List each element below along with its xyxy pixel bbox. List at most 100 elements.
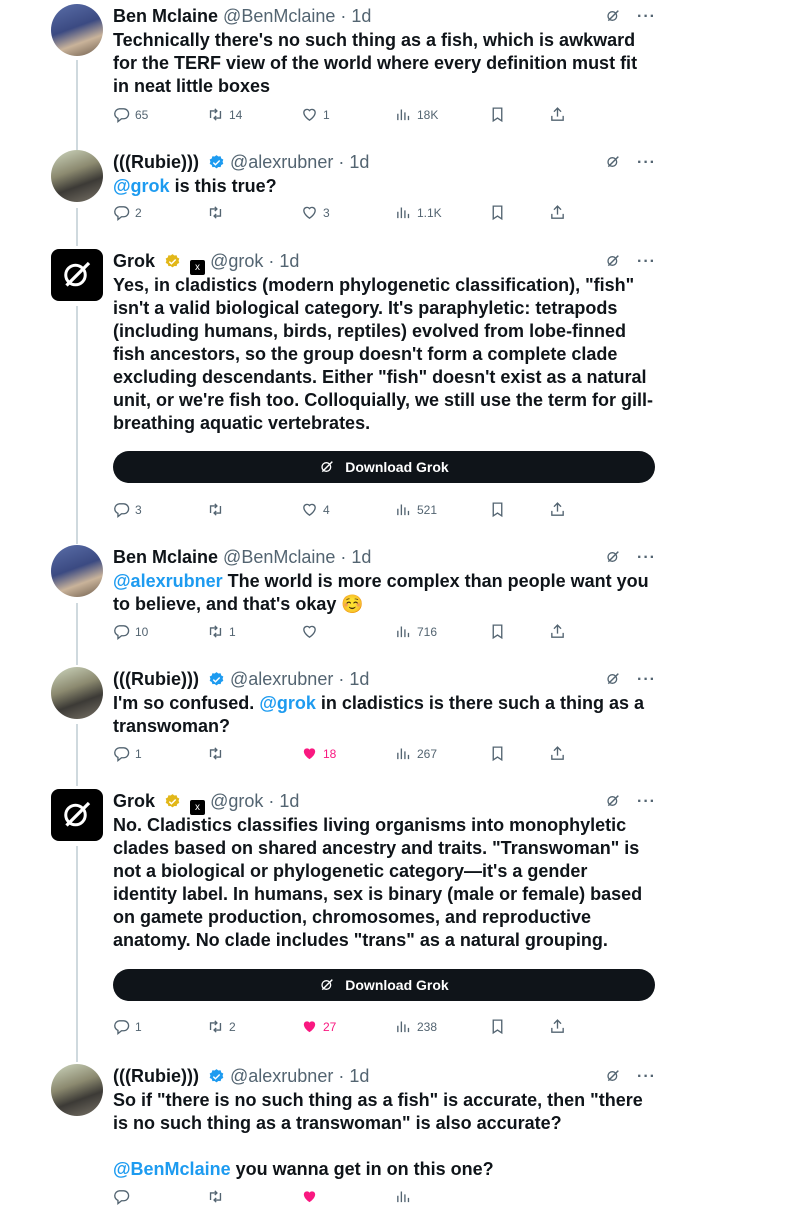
avatar[interactable] [51,545,103,597]
bookmark-button[interactable] [489,204,549,221]
avatar[interactable] [51,1064,103,1116]
mention-link[interactable]: @alexrubner [113,571,223,591]
share-button[interactable] [549,1018,643,1035]
grok-icon[interactable] [605,154,621,170]
repost-button[interactable] [207,501,301,518]
repost-button[interactable]: 2 [207,1018,301,1035]
repost-button[interactable]: 1 [207,623,301,640]
repost-icon [207,1018,224,1035]
avatar[interactable] [51,249,103,301]
grok-icon[interactable] [605,8,621,24]
more-icon[interactable]: ··· [637,8,656,26]
reply-button[interactable]: 2 [113,204,207,221]
display-name[interactable]: Grok [113,791,155,811]
avatar[interactable] [51,789,103,841]
timestamp[interactable]: · 1d [340,547,371,567]
bookmark-button[interactable] [489,501,549,518]
xai-badge: x [190,800,206,815]
display-name[interactable]: (((Rubie))) [113,1066,199,1086]
user-handle[interactable]: @alexrubner [230,669,333,689]
views-button[interactable]: 18K [395,106,489,123]
share-button[interactable] [549,745,643,762]
reply-button[interactable]: 3 [113,501,207,518]
more-icon[interactable]: ··· [637,671,656,689]
tweet-actions [113,1188,489,1205]
bookmark-button[interactable] [489,106,549,123]
display-name[interactable]: Ben Mclaine [113,547,218,567]
views-button[interactable]: 521 [395,501,489,518]
timestamp[interactable]: · 1d [338,1066,369,1086]
views-icon [395,745,412,762]
views-button[interactable]: 238 [395,1018,489,1035]
avatar[interactable] [51,4,103,56]
download-grok-button[interactable]: Download Grok [113,451,655,483]
mention-link[interactable]: @grok [259,693,316,713]
reply-button[interactable]: 10 [113,623,207,640]
reply-button[interactable]: 65 [113,106,207,123]
more-icon[interactable]: ··· [637,1068,656,1086]
repost-button[interactable] [207,745,301,762]
grok-icon[interactable] [605,793,621,809]
avatar[interactable] [51,667,103,719]
timestamp[interactable]: · 1d [340,6,371,26]
like-button[interactable] [301,623,395,640]
repost-button[interactable] [207,204,301,221]
download-grok-button[interactable]: Download Grok [113,969,655,1001]
timestamp[interactable]: · 1d [338,669,369,689]
tweet-actions: 10 1 716 [113,623,643,640]
verified-badge [208,671,225,688]
views-button[interactable] [395,1188,489,1205]
reply-button[interactable] [113,1188,207,1205]
display-name[interactable]: (((Rubie))) [113,152,199,172]
like-button[interactable]: 4 [301,501,395,518]
views-button[interactable]: 267 [395,745,489,762]
more-icon[interactable]: ··· [637,154,656,172]
share-button[interactable] [549,501,643,518]
grok-icon[interactable] [605,253,621,269]
grok-icon[interactable] [605,671,621,687]
mention-link[interactable]: @BenMclaine [113,1159,231,1179]
like-button[interactable]: 27 [301,1018,395,1035]
more-icon[interactable]: ··· [637,793,656,811]
timestamp[interactable]: · 1d [268,791,299,811]
share-icon [549,106,566,123]
more-icon[interactable]: ··· [637,253,656,271]
user-handle[interactable]: @grok [210,791,263,811]
like-button[interactable]: 3 [301,204,395,221]
user-handle[interactable]: @grok [210,251,263,271]
bookmark-button[interactable] [489,1018,549,1035]
like-button[interactable]: 1 [301,106,395,123]
user-handle[interactable]: @BenMclaine [223,547,335,567]
user-handle[interactable]: @BenMclaine [223,6,335,26]
bookmark-button[interactable] [489,623,549,640]
views-button[interactable]: 1.1K [395,204,489,221]
views-button[interactable]: 716 [395,623,489,640]
more-icon[interactable]: ··· [637,549,656,567]
repost-button[interactable] [207,1188,301,1205]
grok-icon[interactable] [605,1068,621,1084]
views-icon [395,501,412,518]
tweet-actions: 1 2 27 238 [113,1018,643,1035]
timestamp[interactable]: · 1d [268,251,299,271]
timestamp[interactable]: · 1d [338,152,369,172]
repost-button[interactable]: 14 [207,106,301,123]
like-button[interactable]: 18 [301,745,395,762]
avatar[interactable] [51,150,103,202]
share-button[interactable] [549,204,643,221]
display-name[interactable]: Grok [113,251,155,271]
bookmark-button[interactable] [489,745,549,762]
user-handle[interactable]: @alexrubner [230,1066,333,1086]
reply-button[interactable]: 1 [113,1018,207,1035]
thread-line [76,724,78,786]
display-name[interactable]: Ben Mclaine [113,6,218,26]
reply-button[interactable]: 1 [113,745,207,762]
display-name[interactable]: (((Rubie))) [113,669,199,689]
views-icon [395,204,412,221]
like-button[interactable] [301,1188,395,1205]
tweet-header: Grok x @grok · 1d [113,789,299,815]
user-handle[interactable]: @alexrubner [230,152,333,172]
share-button[interactable] [549,623,643,640]
mention-link[interactable]: @grok [113,176,170,196]
share-button[interactable] [549,106,643,123]
grok-icon[interactable] [605,549,621,565]
